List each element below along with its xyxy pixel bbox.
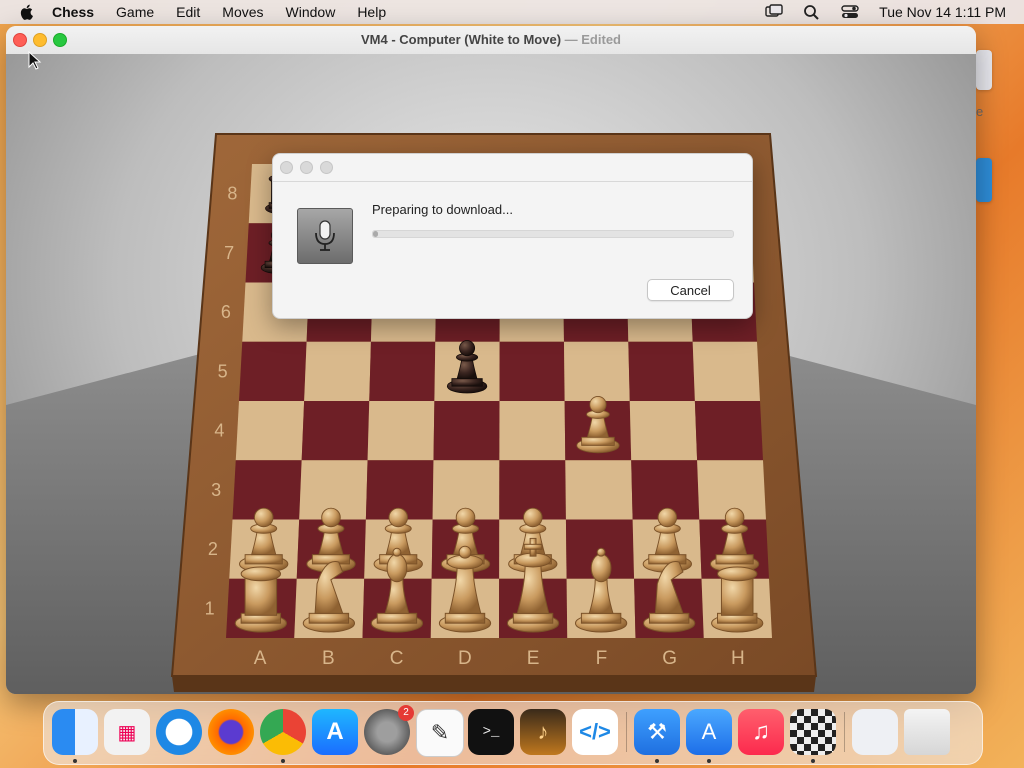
board-square[interactable] — [694, 401, 763, 461]
app-store-icon[interactable]: A — [312, 709, 358, 755]
chess-window: VM4 - Computer (White to Move) — Edited … — [6, 26, 976, 694]
dialog-zoom-button — [320, 161, 333, 174]
textedit-icon[interactable]: ✎ — [416, 709, 464, 757]
file-label: E — [527, 648, 540, 669]
guitar-icon[interactable]: ♪ — [520, 709, 566, 755]
dialog-minimize-button — [300, 161, 313, 174]
window-titlebar[interactable]: VM4 - Computer (White to Move) — Edited — [6, 26, 976, 55]
dock: ▦ A 2 ✎ >_ ♪ </> ⚒ A ♫ — [43, 701, 983, 765]
board-frame-front — [172, 676, 816, 692]
board-square[interactable] — [565, 460, 633, 520]
download-dialog: Preparing to download... Cancel — [272, 153, 753, 319]
background-window-edge — [976, 50, 992, 90]
file-label: D — [458, 648, 472, 669]
dock-divider — [844, 712, 845, 752]
download-progress-bar — [372, 230, 734, 238]
window-title-text: VM4 - Computer (White to Move) — [360, 32, 562, 47]
gear-icon[interactable]: 2 — [364, 705, 414, 755]
chess-scene: 8 7 6 5 4 3 2 1 A B C D E F G H — [6, 54, 976, 694]
board-square[interactable] — [563, 341, 630, 401]
dialog-close-button — [280, 161, 293, 174]
simulator-icon[interactable]: A — [686, 709, 732, 755]
dock-divider — [626, 712, 627, 752]
board-square[interactable] — [239, 341, 307, 401]
menu-moves[interactable]: Moves — [222, 4, 263, 20]
chrome-icon[interactable] — [260, 709, 306, 755]
file-label: C — [390, 648, 404, 669]
rank-label: 4 — [214, 421, 224, 441]
board-square[interactable] — [499, 401, 566, 461]
microphone-icon — [297, 208, 353, 264]
file-label: H — [731, 648, 745, 669]
dock-running-indicator — [811, 759, 815, 763]
rank-label: 5 — [218, 361, 228, 381]
board-square[interactable] — [369, 341, 436, 401]
dock-running-indicator — [281, 759, 285, 763]
rank-label: 3 — [211, 480, 221, 500]
menu-help[interactable]: Help — [357, 4, 386, 20]
rank-label: 6 — [221, 302, 231, 322]
rank-label: 2 — [208, 539, 218, 559]
download-progress-fill — [373, 231, 379, 237]
mouse-cursor-icon — [28, 51, 42, 70]
background-window-text: e — [976, 104, 984, 119]
file-label: A — [254, 648, 267, 669]
board-square[interactable] — [499, 341, 565, 401]
rank-label: 7 — [224, 243, 234, 263]
chess-board[interactable]: 8 7 6 5 4 3 2 1 A B C D E F G H — [6, 54, 976, 694]
file-label: G — [662, 648, 677, 669]
menu-bar: Chess Game Edit Moves Window Help Tue No… — [0, 0, 1024, 24]
spotlight-search-icon[interactable] — [803, 4, 821, 20]
window-edited-status: Edited — [581, 32, 621, 47]
board-square[interactable] — [629, 401, 698, 461]
firefox-icon[interactable] — [208, 709, 254, 755]
menu-game[interactable]: Game — [116, 4, 154, 20]
dock-running-indicator — [707, 759, 711, 763]
safari-icon[interactable] — [156, 709, 202, 755]
finder-icon[interactable] — [52, 709, 98, 755]
launchpad-icon[interactable]: ▦ — [104, 709, 150, 755]
board-square[interactable] — [235, 401, 305, 461]
music-icon[interactable]: ♫ — [738, 709, 784, 755]
vscode-icon[interactable]: </> — [572, 709, 618, 755]
window-title-separator: — — [561, 32, 582, 47]
screen-mirroring-icon[interactable] — [765, 4, 783, 20]
notification-badge: 2 — [398, 705, 414, 721]
control-center-icon[interactable] — [841, 4, 859, 20]
rank-label: 1 — [205, 598, 215, 618]
board-square[interactable] — [628, 341, 695, 401]
board-square[interactable] — [304, 341, 371, 401]
board-square[interactable] — [433, 401, 500, 461]
menu-clock[interactable]: Tue Nov 14 1:11 PM — [879, 4, 1006, 20]
dock-running-indicator — [73, 759, 77, 763]
trash-icon[interactable] — [904, 709, 950, 755]
board-square[interactable] — [301, 401, 370, 461]
menu-edit[interactable]: Edit — [176, 4, 200, 20]
apple-icon[interactable] — [18, 3, 36, 21]
menu-app-chess[interactable]: Chess — [52, 4, 94, 20]
chess-icon[interactable] — [790, 709, 836, 755]
cancel-button[interactable]: Cancel — [647, 279, 734, 301]
menu-window[interactable]: Window — [286, 4, 336, 20]
dialog-message: Preparing to download... — [372, 202, 513, 217]
rank-label: 8 — [227, 184, 237, 204]
terminal-icon[interactable]: >_ — [468, 709, 514, 755]
hammer-icon[interactable]: ⚒ — [634, 709, 680, 755]
background-window-blue-edge — [976, 158, 992, 202]
file-label: B — [322, 648, 335, 669]
board-square[interactable] — [367, 401, 435, 461]
preview-icon[interactable] — [852, 709, 898, 755]
file-label: F — [596, 648, 608, 669]
window-title: VM4 - Computer (White to Move) — Edited — [6, 32, 976, 47]
dialog-titlebar[interactable] — [273, 154, 752, 182]
dock-running-indicator — [655, 759, 659, 763]
board-square[interactable] — [692, 341, 760, 401]
